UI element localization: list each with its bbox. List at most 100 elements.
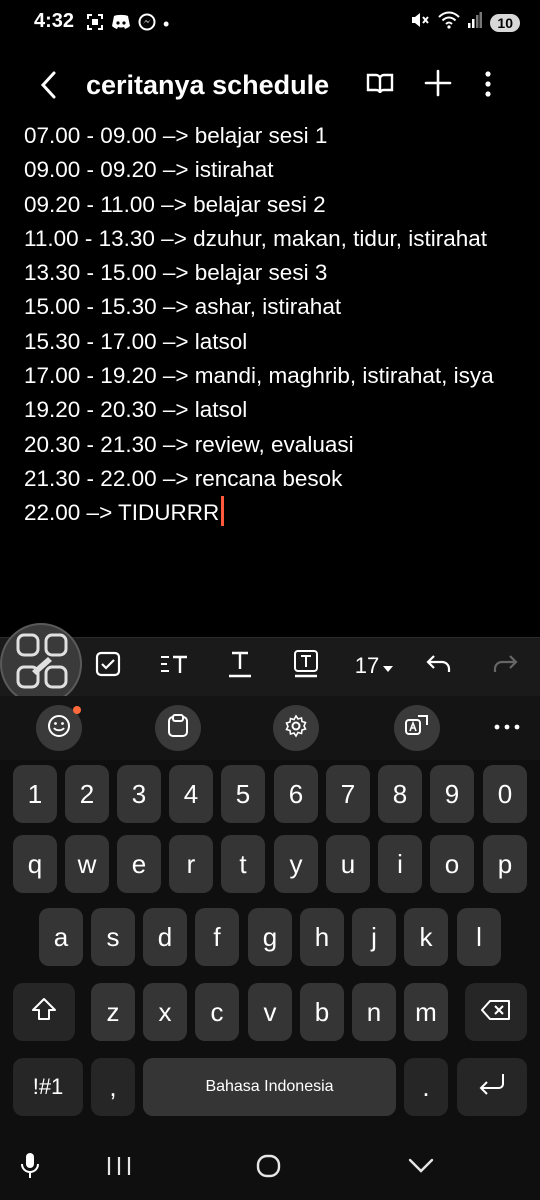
key-n[interactable]: n: [352, 983, 396, 1041]
key-5[interactable]: 5: [221, 765, 265, 823]
font-size-dropdown[interactable]: 17: [350, 651, 398, 681]
note-line-last: 22.00 –> TIDURRR: [24, 496, 524, 530]
key-6[interactable]: 6: [274, 765, 318, 823]
chevron-left-icon: [38, 71, 60, 104]
key-f[interactable]: f: [195, 908, 239, 966]
undo-button[interactable]: [424, 651, 454, 681]
key-1[interactable]: 1: [13, 765, 57, 823]
key-r[interactable]: r: [169, 835, 213, 893]
wifi-icon: [438, 11, 461, 34]
note-line: 07.00 - 09.00 –> belajar sesi 1: [24, 123, 328, 148]
microphone-icon: [20, 1153, 40, 1184]
note-line: 09.20 - 11.00 –> belajar sesi 2: [24, 191, 326, 217]
status-dot: •: [163, 14, 170, 34]
floating-handwriting-button[interactable]: [0, 623, 82, 705]
key-e[interactable]: e: [117, 835, 161, 893]
discord-icon: [111, 14, 131, 35]
enter-key[interactable]: [457, 1058, 527, 1116]
text-box-icon: [292, 649, 320, 684]
key-a[interactable]: a: [39, 908, 83, 966]
signal-icon: [468, 12, 483, 33]
note-line: 15.00 - 15.30 –> ashar, istirahat: [24, 294, 342, 320]
redo-icon: [492, 653, 518, 680]
status-time: 4:32: [34, 10, 75, 32]
font-size-value: 17: [354, 653, 380, 678]
more-options-button[interactable]: [478, 70, 498, 103]
hide-keyboard-button[interactable]: [408, 1157, 434, 1180]
key-k[interactable]: k: [404, 908, 448, 966]
keyboard-more-button[interactable]: [494, 718, 520, 736]
key-z[interactable]: z: [91, 983, 135, 1041]
key-8[interactable]: 8: [378, 765, 422, 823]
key-v[interactable]: v: [248, 983, 292, 1041]
key-4[interactable]: 4: [169, 765, 213, 823]
key-p[interactable]: p: [483, 835, 527, 893]
plus-icon: [424, 69, 452, 101]
key-o[interactable]: o: [430, 835, 474, 893]
symbols-key[interactable]: !#1: [13, 1058, 83, 1116]
note-body[interactable]: 07.00 - 09.00 –> belajar sesi 1 09.00 - …: [24, 119, 524, 531]
text-cursor: [221, 496, 225, 527]
back-button[interactable]: [38, 70, 60, 105]
key-3[interactable]: 3: [117, 765, 161, 823]
new-badge-dot: [73, 706, 81, 714]
key-i[interactable]: i: [378, 835, 422, 893]
paragraph-style-button[interactable]: [158, 651, 190, 681]
undo-icon: [426, 653, 452, 680]
home-button[interactable]: [256, 1154, 282, 1183]
note-line: 19.20 - 20.30 –> latsol: [24, 397, 248, 423]
key-7[interactable]: 7: [326, 765, 370, 823]
status-right: 10: [410, 11, 520, 34]
scan-icon: [86, 13, 104, 36]
text-format-button[interactable]: [224, 651, 256, 681]
key-m[interactable]: m: [404, 983, 448, 1041]
key-d[interactable]: d: [143, 908, 187, 966]
voice-input-button[interactable]: [20, 1152, 40, 1185]
add-button[interactable]: [424, 69, 452, 102]
key-0[interactable]: 0: [483, 765, 527, 823]
key-j[interactable]: j: [352, 908, 396, 966]
key-9[interactable]: 9: [430, 765, 474, 823]
key-q[interactable]: q: [13, 835, 57, 893]
key-h[interactable]: h: [300, 908, 344, 966]
clipboard-button[interactable]: [155, 705, 201, 751]
key-2[interactable]: 2: [65, 765, 109, 823]
handwriting-icon: [14, 633, 72, 700]
period-key[interactable]: .: [404, 1058, 448, 1116]
note-line-text: 22.00 –> TIDURRR: [24, 500, 220, 526]
key-x[interactable]: x: [143, 983, 187, 1041]
messenger-icon: [138, 13, 156, 36]
smiley-icon: [47, 714, 71, 743]
reading-mode-button[interactable]: [366, 72, 394, 101]
clipboard-icon: [167, 713, 189, 743]
key-s[interactable]: s: [91, 908, 135, 966]
key-t[interactable]: t: [221, 835, 265, 893]
battery-badge: 10: [490, 13, 520, 32]
recents-icon: [106, 1157, 132, 1180]
home-icon: [256, 1154, 282, 1182]
note-line: 13.30 - 15.00 –> belajar sesi 3: [24, 260, 328, 286]
key-c[interactable]: c: [195, 983, 239, 1041]
key-y[interactable]: y: [274, 835, 318, 893]
mute-icon: [410, 11, 430, 34]
comma-key[interactable]: ,: [91, 1058, 135, 1116]
redo-button[interactable]: [490, 651, 520, 681]
text-color-button[interactable]: [290, 649, 322, 684]
note-line: 20.30 - 21.30 –> review, evaluasi: [24, 431, 354, 457]
key-w[interactable]: w: [65, 835, 109, 893]
checkbox-button[interactable]: [93, 651, 123, 681]
note-line: 09.00 - 09.20 –> istirahat: [24, 157, 274, 183]
key-g[interactable]: g: [248, 908, 292, 966]
key-u[interactable]: u: [326, 835, 370, 893]
backspace-key[interactable]: [465, 983, 527, 1041]
key-l[interactable]: l: [457, 908, 501, 966]
translate-button[interactable]: [394, 705, 440, 751]
note-line: 17.00 - 19.20 –> mandi, maghrib, istirah…: [24, 363, 494, 389]
keyboard-settings-button[interactable]: [273, 705, 319, 751]
text-style-icon: [159, 651, 189, 682]
recents-button[interactable]: [106, 1156, 132, 1181]
key-b[interactable]: b: [300, 983, 344, 1041]
space-key[interactable]: Bahasa Indonesia: [143, 1058, 396, 1116]
shift-key[interactable]: [13, 983, 75, 1041]
note-line: 11.00 - 13.30 –> dzuhur, makan, tidur, i…: [24, 225, 487, 251]
